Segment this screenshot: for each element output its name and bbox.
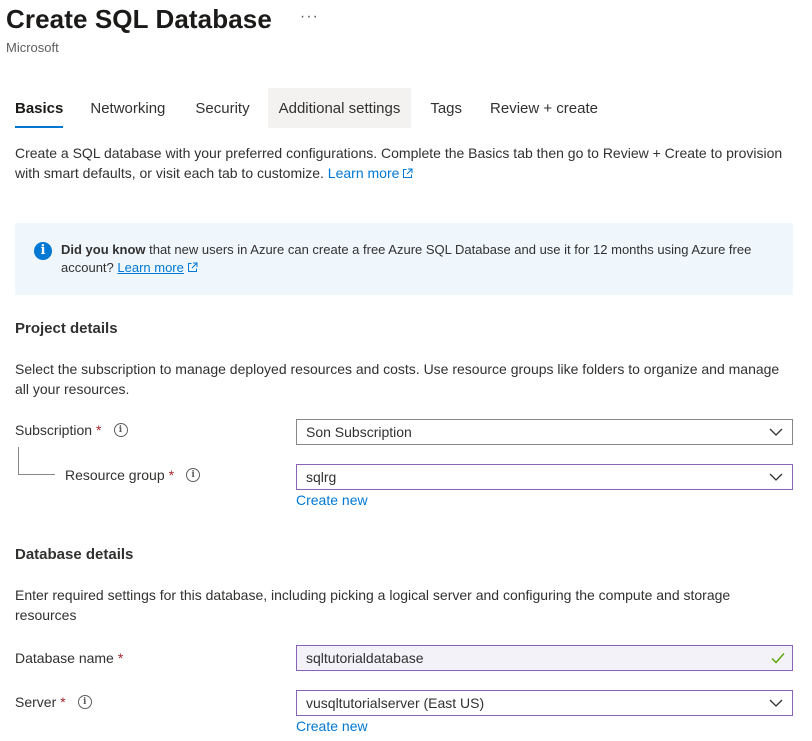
chevron-down-icon [769,428,783,436]
database-name-label: Database name * [15,650,124,666]
required-mark: * [60,694,66,710]
intro-paragraph: Create a SQL database with your preferre… [15,143,795,183]
database-details-description: Enter required settings for this databas… [15,587,731,623]
project-details-description: Select the subscription to manage deploy… [15,361,780,397]
info-banner-text: Did you know that new users in Azure can… [61,241,781,277]
server-dropdown[interactable]: vusqltutorialserver (East US) [296,690,793,716]
required-mark: * [168,467,175,483]
resource-group-dropdown[interactable]: sqlrg [296,464,793,490]
tab-networking[interactable]: Networking [90,88,165,128]
server-label: Server * i [15,694,92,710]
tab-security[interactable]: Security [195,88,249,128]
tab-additional-settings[interactable]: Additional settings [267,88,412,128]
tab-strip: Basics Networking Security Additional se… [0,88,598,128]
project-details-heading: Project details [15,320,118,337]
subscription-dropdown[interactable]: Son Subscription [296,419,793,445]
chevron-down-icon [769,473,783,481]
tab-review-create[interactable]: Review + create [490,88,598,128]
intro-learn-more-link[interactable]: Learn more [328,165,414,181]
info-circle-icon[interactable]: i [113,423,128,437]
chevron-down-icon [769,699,783,707]
external-link-icon [187,262,198,272]
tab-tags[interactable]: Tags [430,88,462,128]
subscription-label: Subscription * i [15,422,128,438]
more-options-icon[interactable]: ··· [300,8,319,26]
info-banner: i Did you know that new users in Azure c… [15,223,793,295]
tree-connector [18,447,19,474]
tree-connector [18,474,55,475]
checkmark-icon [771,653,785,664]
required-mark: * [96,422,102,438]
info-circle-icon[interactable]: i [77,695,92,709]
server-create-new-link[interactable]: Create new [296,718,368,734]
external-link-icon [403,168,413,178]
info-icon: i [34,242,52,260]
resource-group-label: Resource group * i [65,467,201,483]
required-mark: * [117,650,124,666]
info-bold: Did you know [61,242,146,257]
title-row: Create SQL Database ··· [6,4,319,35]
page-title: Create SQL Database [6,4,272,34]
info-circle-icon[interactable]: i [186,468,201,482]
database-details-heading: Database details [15,546,134,563]
database-name-input[interactable]: sqltutorialdatabase [296,645,793,671]
resource-group-create-new-link[interactable]: Create new [296,492,368,508]
tab-basics[interactable]: Basics [15,88,64,128]
info-learn-more-link[interactable]: Learn more [117,260,198,275]
publisher-label: Microsoft [6,40,59,55]
